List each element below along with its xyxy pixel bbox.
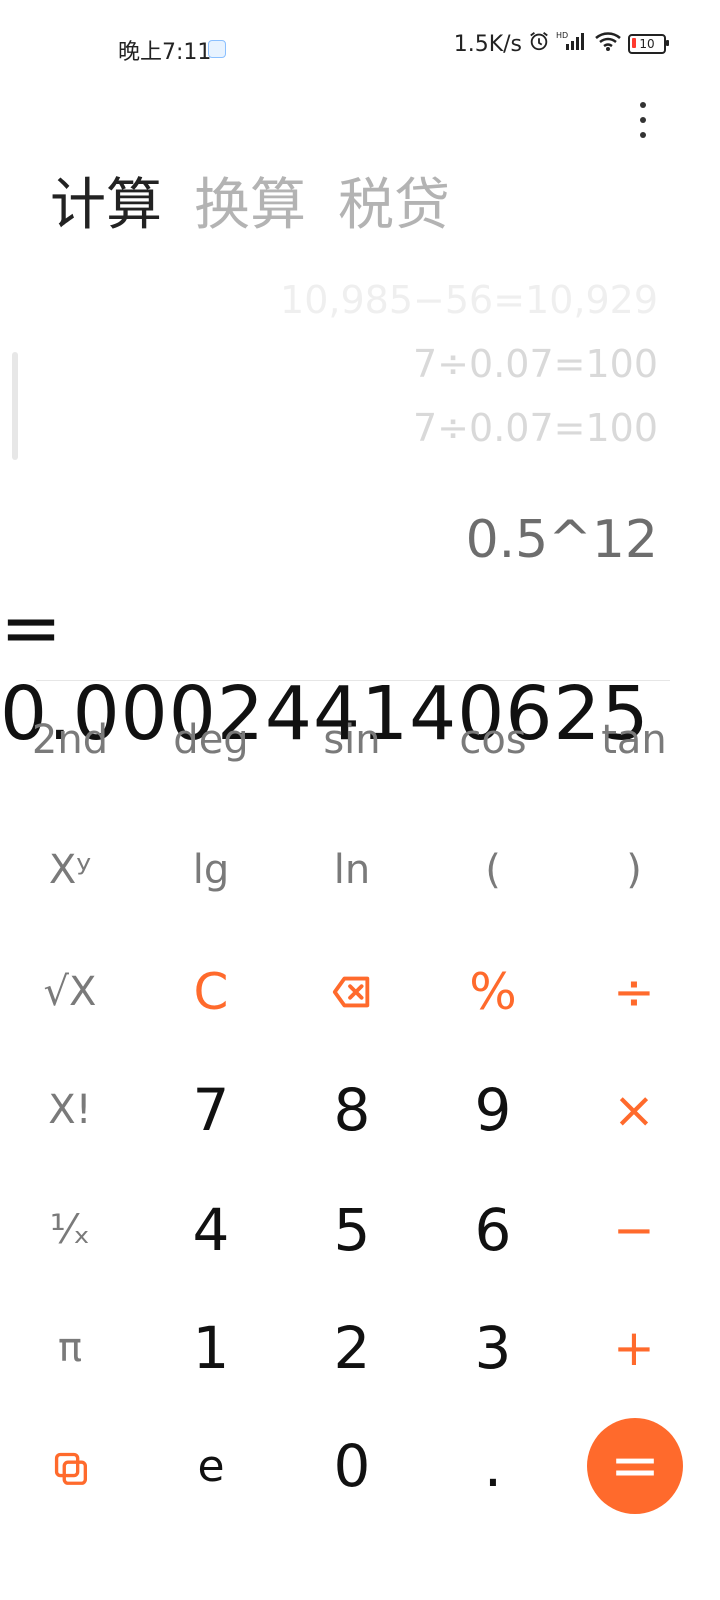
digit-5-key[interactable]: 5 xyxy=(292,1180,412,1280)
digit-7-key[interactable]: 7 xyxy=(151,1060,271,1160)
backspace-key[interactable] xyxy=(292,942,412,1042)
history-item[interactable]: 10,985−56=10,929 xyxy=(98,268,658,332)
digit-0-key[interactable]: 0 xyxy=(292,1416,412,1516)
backspace-icon xyxy=(332,976,370,1008)
tab-tax-loan[interactable]: 税贷 xyxy=(338,178,450,234)
app-notification-icon xyxy=(208,40,226,58)
digit-3-key[interactable]: 3 xyxy=(433,1298,553,1398)
switch-mode-icon xyxy=(54,1452,88,1485)
history-item[interactable]: 7÷0.07=100 xyxy=(98,396,658,460)
plus-key[interactable]: + xyxy=(574,1298,694,1398)
cos-key[interactable]: cos xyxy=(433,690,553,790)
status-bar: 晚上7:11 1.5K/s HD 10 xyxy=(0,0,720,96)
tab-convert[interactable]: 换算 xyxy=(194,178,306,234)
clear-key[interactable]: C xyxy=(151,942,271,1042)
divide-key[interactable]: ÷ xyxy=(574,942,694,1042)
open-paren-key[interactable]: ( xyxy=(433,820,553,920)
switch-mode-key[interactable] xyxy=(10,1416,130,1516)
signal-icon: HD xyxy=(556,30,588,58)
multiply-key[interactable]: × xyxy=(574,1060,694,1160)
battery-percent: 10 xyxy=(639,37,655,51)
battery-icon: 10 xyxy=(628,34,669,54)
digit-6-key[interactable]: 6 xyxy=(433,1180,553,1280)
log-key[interactable]: lg xyxy=(151,820,271,920)
e-constant-key[interactable]: e xyxy=(151,1416,271,1516)
history-scrollbar[interactable] xyxy=(12,352,18,460)
percent-key[interactable]: % xyxy=(433,942,553,1042)
network-speed: 1.5K/s xyxy=(453,31,522,57)
sin-key[interactable]: sin xyxy=(292,690,412,790)
tan-key[interactable]: tan xyxy=(574,690,694,790)
status-right: 1.5K/s HD 10 xyxy=(453,30,669,58)
degree-key[interactable]: deg xyxy=(151,690,271,790)
decimal-point-key[interactable]: . xyxy=(433,1416,553,1516)
digit-2-key[interactable]: 2 xyxy=(292,1298,412,1398)
tab-calculate[interactable]: 计算 xyxy=(50,178,162,234)
sqrt-key[interactable]: √X xyxy=(10,942,130,1042)
battery-level xyxy=(632,38,636,48)
equals-key[interactable]: = xyxy=(587,1418,683,1514)
expression-display: 0.5^12 xyxy=(465,510,658,570)
digit-9-key[interactable]: 9 xyxy=(433,1060,553,1160)
minus-key[interactable]: − xyxy=(574,1180,694,1280)
history-list[interactable]: 10,985−56=10,929 7÷0.07=100 7÷0.07=100 xyxy=(98,268,658,460)
digit-4-key[interactable]: 4 xyxy=(151,1180,271,1280)
digit-1-key[interactable]: 1 xyxy=(151,1298,271,1398)
history-item[interactable]: 7÷0.07=100 xyxy=(98,332,658,396)
status-time: 晚上7:11 xyxy=(118,40,212,65)
power-key[interactable]: Xʸ xyxy=(10,820,130,920)
mode-tabs: 计算 换算 税贷 xyxy=(50,178,450,234)
reciprocal-key[interactable]: ¹⁄ₓ xyxy=(10,1180,130,1280)
digit-8-key[interactable]: 8 xyxy=(292,1060,412,1160)
keypad: 2nd deg sin cos tan Xʸ lg ln ( ) √X C % … xyxy=(0,690,720,1600)
pi-key[interactable]: π xyxy=(10,1298,130,1398)
wifi-icon xyxy=(594,30,622,58)
svg-text:HD: HD xyxy=(556,31,568,40)
ln-key[interactable]: ln xyxy=(292,820,412,920)
more-options-button[interactable] xyxy=(628,102,658,138)
divider xyxy=(36,680,670,681)
alarm-icon xyxy=(528,30,550,58)
factorial-key[interactable]: X! xyxy=(10,1060,130,1160)
close-paren-key[interactable]: ) xyxy=(574,820,694,920)
second-function-key[interactable]: 2nd xyxy=(10,690,130,790)
